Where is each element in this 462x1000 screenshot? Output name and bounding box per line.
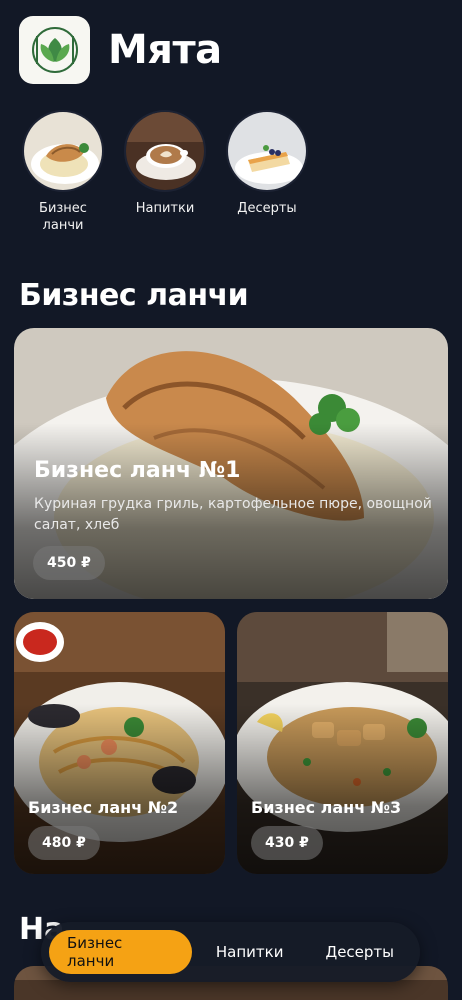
category-desserts[interactable]: Десерты <box>226 110 308 234</box>
mint-leaf-logo-icon <box>31 27 78 73</box>
app-logo <box>19 16 90 84</box>
lunch-card-2[interactable]: Бизнес ланч №2 480 ₽ <box>14 612 225 874</box>
lunch-title: Бизнес ланч №3 <box>251 798 402 817</box>
lunch-title: Бизнес ланч №2 <box>28 798 179 817</box>
lunch-card-3[interactable]: Бизнес ланч №3 430 ₽ <box>237 612 448 874</box>
category-label: Бизнес ланчи <box>39 201 87 233</box>
category-drinks[interactable]: Напитки <box>124 110 206 234</box>
lunch-description: Куриная грудка гриль, картофельное пюре,… <box>34 496 432 533</box>
coffee-cup-image <box>124 110 206 192</box>
grilled-chicken-image <box>22 110 104 192</box>
section-title: Бизнес ланчи <box>19 278 249 313</box>
bottom-tab-bar: Бизнес ланчи Напитки Десерты <box>41 922 420 982</box>
category-label: Десерты <box>237 201 297 216</box>
tab-desserts[interactable]: Десерты <box>307 930 412 974</box>
price-button[interactable]: 430 ₽ <box>251 826 323 860</box>
category-list: Бизнес ланчи Напитки Десерты <box>22 110 328 234</box>
app-title: Мята <box>108 27 222 73</box>
category-label: Напитки <box>135 201 195 216</box>
price-button[interactable]: 480 ₽ <box>28 826 100 860</box>
cheesecake-image <box>226 110 308 192</box>
tab-drinks[interactable]: Напитки <box>198 930 302 974</box>
lunch-card-1[interactable]: Бизнес ланч №1 Куриная грудка гриль, кар… <box>14 328 448 599</box>
lunch-title: Бизнес ланч №1 <box>34 458 241 483</box>
category-business-lunch[interactable]: Бизнес ланчи <box>22 110 104 234</box>
tab-business-lunches[interactable]: Бизнес ланчи <box>49 930 192 974</box>
price-button[interactable]: 450 ₽ <box>33 546 105 580</box>
header: Мята <box>19 16 222 84</box>
